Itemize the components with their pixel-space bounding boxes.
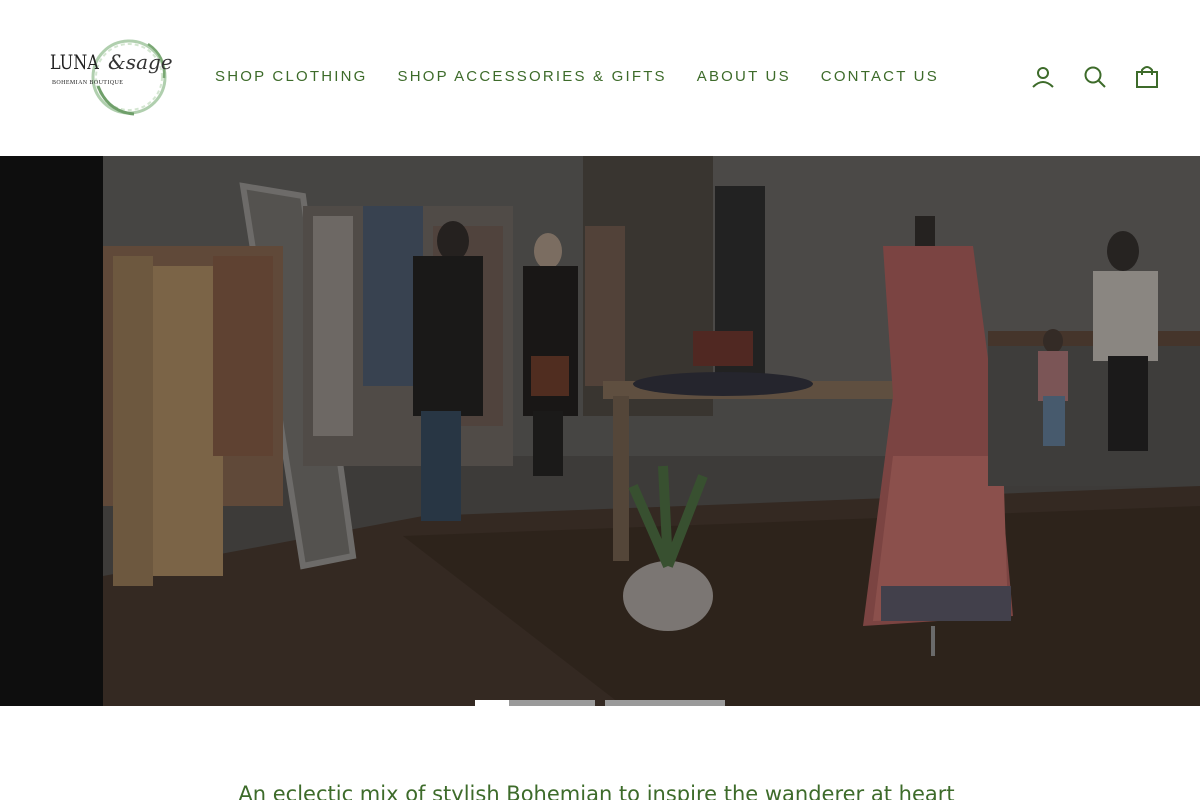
logo-script: &sage xyxy=(108,50,173,74)
nav-about-us[interactable]: ABOUT US xyxy=(697,68,791,85)
account-button[interactable] xyxy=(1030,64,1056,90)
logo-wordmark: LUNA xyxy=(50,50,99,74)
bag-icon xyxy=(1136,66,1158,88)
search-icon xyxy=(1084,66,1106,88)
hero-slideshow[interactable] xyxy=(0,156,1200,706)
wreath-logo-icon xyxy=(91,39,167,116)
main-nav: SHOP CLOTHING SHOP ACCESSORIES & GIFTS A… xyxy=(215,68,969,85)
nav-shop-clothing[interactable]: SHOP CLOTHING xyxy=(215,68,368,85)
slide-indicator-2[interactable] xyxy=(509,700,595,706)
header-icons xyxy=(1030,64,1160,90)
search-button[interactable] xyxy=(1082,64,1108,90)
hero-image-boutique-interior xyxy=(103,156,1200,706)
site-header: LUNA &sage BOHEMIAN BOUTIQUE SHOP CLOTHI… xyxy=(0,0,1200,156)
user-icon xyxy=(1032,67,1054,88)
previous-slide-edge xyxy=(0,156,103,706)
slide-indicators xyxy=(475,700,725,706)
intro-tagline: An eclectic mix of stylish Bohemian to i… xyxy=(238,782,955,800)
nav-contact-us[interactable]: CONTACT US xyxy=(821,68,939,85)
nav-shop-accessories-gifts[interactable]: SHOP ACCESSORIES & GIFTS xyxy=(398,68,667,85)
cart-button[interactable] xyxy=(1134,64,1160,90)
slide-indicator-3[interactable] xyxy=(605,700,725,706)
brand-logo[interactable]: LUNA &sage BOHEMIAN BOUTIQUE xyxy=(48,36,173,120)
logo-subtitle: BOHEMIAN BOUTIQUE xyxy=(52,80,124,86)
slide-indicator-1[interactable] xyxy=(475,700,509,706)
